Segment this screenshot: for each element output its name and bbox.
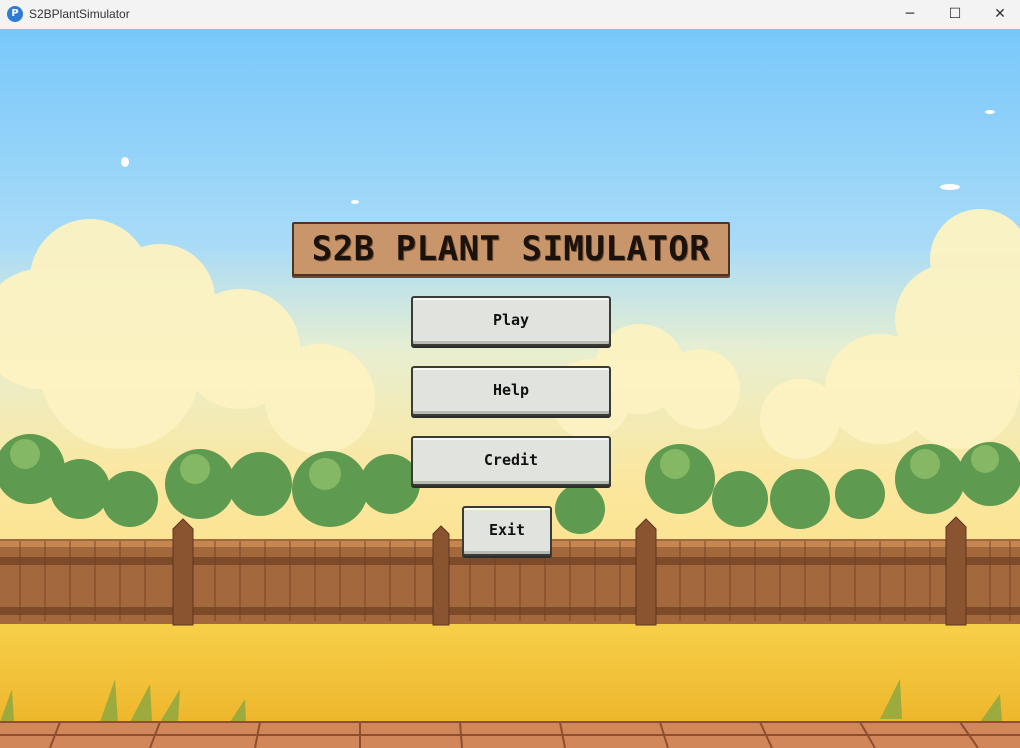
grass-field (0, 614, 1020, 724)
game-viewport: S2B PLANT SIMULATOR Play Help Credit Exi… (0, 29, 1020, 748)
exit-button[interactable]: Exit (462, 506, 552, 556)
app-icon: P (7, 6, 23, 22)
play-button[interactable]: Play (411, 296, 611, 346)
game-title-banner: S2B PLANT SIMULATOR (292, 222, 730, 276)
game-title: S2B PLANT SIMULATOR (311, 229, 711, 269)
minimize-button[interactable]: ─ (887, 0, 933, 29)
maximize-button[interactable]: ☐ (932, 0, 978, 29)
credit-button[interactable]: Credit (411, 436, 611, 486)
close-button[interactable]: ✕ (977, 0, 1020, 29)
help-button[interactable]: Help (411, 366, 611, 416)
window-title: S2BPlantSimulator (29, 7, 130, 21)
window-titlebar: P S2BPlantSimulator ─ ☐ ✕ (0, 0, 1020, 30)
brick-path (0, 721, 1020, 748)
